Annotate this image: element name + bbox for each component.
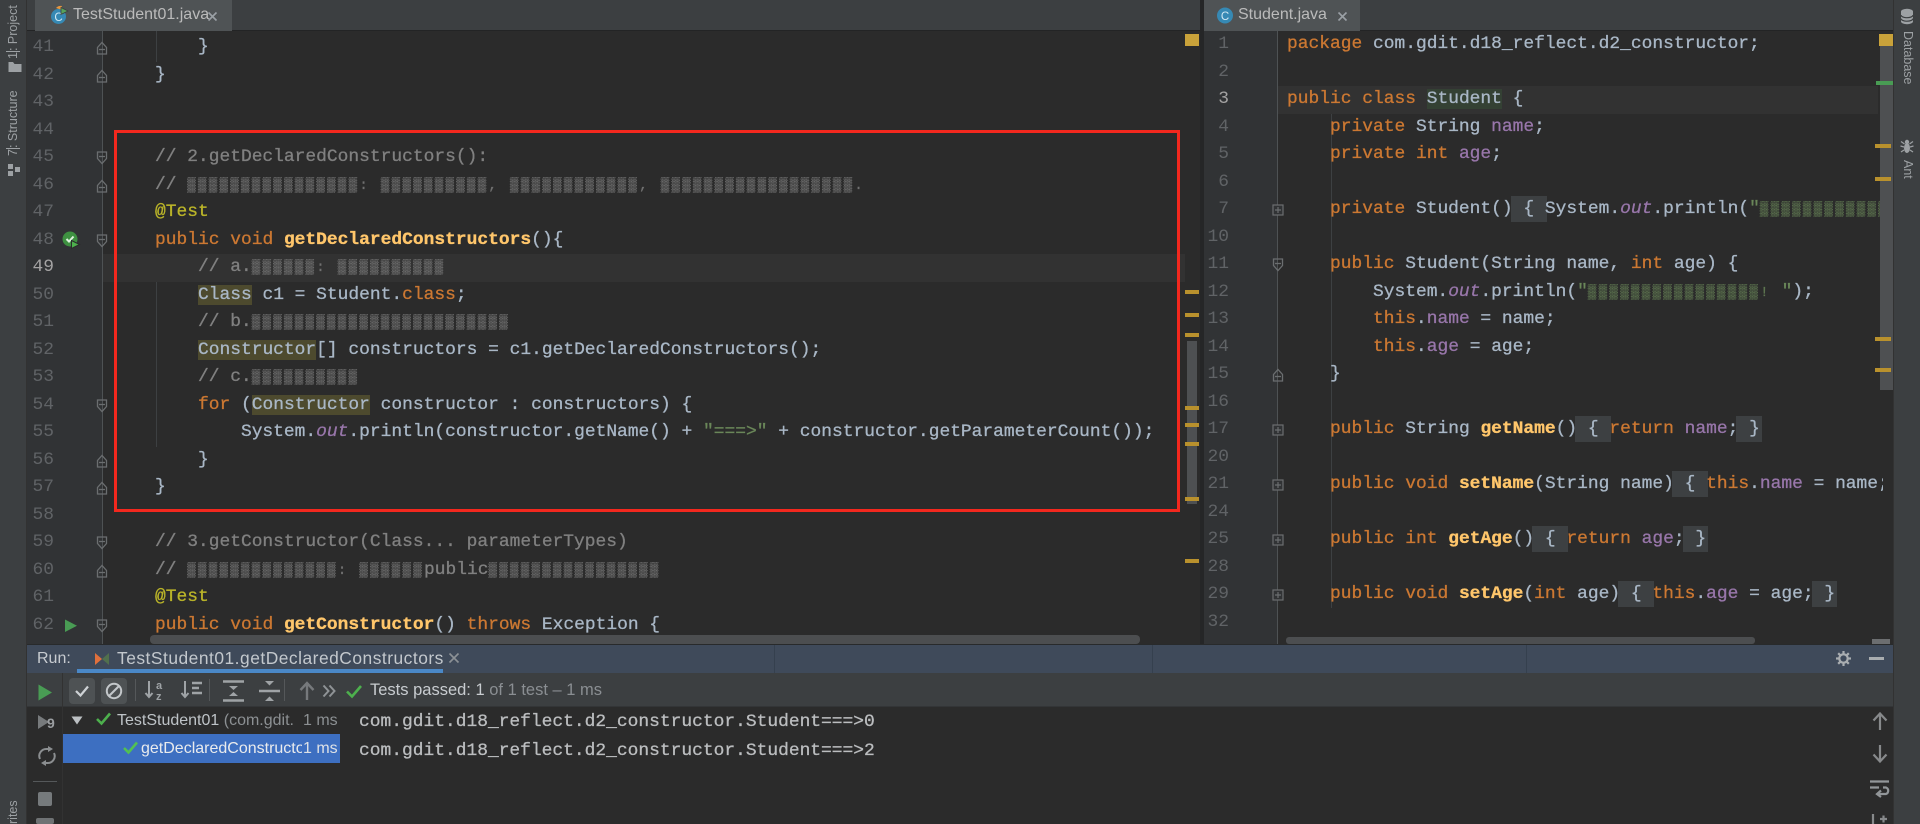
svg-text:9: 9 [47, 715, 55, 731]
svg-text:z: z [156, 691, 162, 703]
svg-text:C: C [1221, 11, 1229, 23]
